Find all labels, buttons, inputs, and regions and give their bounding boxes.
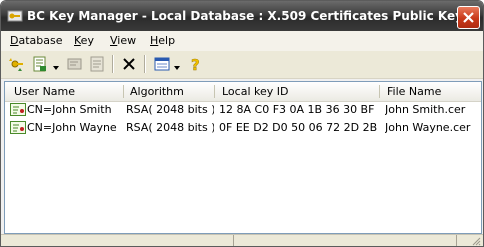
help-icon: ? bbox=[191, 56, 200, 72]
toolbar-separator bbox=[112, 55, 114, 73]
view-mode-button[interactable] bbox=[152, 54, 172, 74]
menu-database[interactable]: Database bbox=[10, 34, 63, 47]
delete-icon bbox=[123, 58, 135, 70]
table-row[interactable]: CN=John Wayne RSA( 2048 bits ) 0F EE D2 … bbox=[5, 120, 481, 136]
app-window: BC Key Manager - Local Database : X.509 … bbox=[0, 0, 484, 247]
close-button[interactable] bbox=[457, 6, 480, 29]
menu-label: atabase bbox=[18, 34, 63, 47]
chevron-down-icon bbox=[174, 66, 180, 70]
menu-label: ey bbox=[80, 34, 94, 47]
list-header: User Name Algorithm Local key ID File Na… bbox=[5, 82, 481, 102]
close-icon bbox=[463, 12, 474, 23]
title-bar[interactable]: BC Key Manager - Local Database : X.509 … bbox=[1, 1, 483, 31]
column-header-user-name[interactable]: User Name bbox=[14, 85, 75, 98]
status-pane-divider bbox=[456, 235, 457, 246]
app-key-icon bbox=[7, 8, 23, 24]
menu-help[interactable]: Help bbox=[150, 34, 175, 47]
file-name-cell: John Smith.cer bbox=[385, 103, 466, 116]
view-mode-icon bbox=[154, 57, 170, 71]
column-header-local-key-id[interactable]: Local key ID bbox=[222, 85, 288, 98]
import-button[interactable] bbox=[30, 54, 50, 74]
column-divider[interactable] bbox=[123, 85, 124, 98]
column-divider[interactable] bbox=[214, 85, 215, 98]
menu-label: elp bbox=[158, 34, 176, 47]
resize-grip-icon[interactable] bbox=[471, 236, 481, 246]
import-icon bbox=[33, 56, 46, 72]
menu-label: iew bbox=[117, 34, 137, 47]
status-bar bbox=[1, 234, 483, 246]
help-button[interactable]: ? bbox=[185, 54, 205, 74]
view-mode-dropdown-arrow[interactable] bbox=[174, 61, 181, 70]
certificate-icon bbox=[10, 103, 26, 116]
status-pane-divider bbox=[233, 235, 234, 246]
file-name-cell: John Wayne.cer bbox=[385, 121, 471, 134]
import-dropdown-arrow[interactable] bbox=[53, 61, 60, 70]
svg-text:?: ? bbox=[191, 56, 200, 72]
menu-view[interactable]: View bbox=[110, 34, 136, 47]
user-name-cell: CN=John Wayne bbox=[27, 121, 117, 134]
local-key-id-cell: 0F EE D2 D0 50 06 72 2D 2B ... bbox=[219, 121, 379, 134]
window-title: BC Key Manager - Local Database : X.509 … bbox=[27, 9, 471, 23]
properties-button[interactable] bbox=[87, 54, 107, 74]
certificate-icon bbox=[10, 121, 26, 134]
delete-button[interactable] bbox=[119, 54, 139, 74]
algorithm-cell: RSA( 2048 bits ) bbox=[126, 103, 214, 116]
column-header-file-name[interactable]: File Name bbox=[387, 85, 441, 98]
column-header-algorithm[interactable]: Algorithm bbox=[130, 85, 184, 98]
menu-accel: K bbox=[74, 34, 81, 47]
export-button[interactable] bbox=[65, 54, 85, 74]
menu-key[interactable]: Key bbox=[74, 34, 94, 47]
chevron-down-icon bbox=[53, 66, 59, 70]
column-divider[interactable] bbox=[379, 85, 380, 98]
key-wizard-icon bbox=[9, 58, 23, 71]
toolbar: ? bbox=[1, 51, 483, 79]
toolbar-separator bbox=[144, 55, 146, 73]
export-icon bbox=[67, 58, 82, 70]
table-row[interactable]: CN=John Smith RSA( 2048 bits ) 12 8A C0 … bbox=[5, 102, 481, 118]
menu-bar: Database Key View Help bbox=[1, 31, 483, 51]
user-name-cell: CN=John Smith bbox=[27, 103, 112, 116]
properties-icon bbox=[90, 56, 104, 72]
key-wizard-button[interactable] bbox=[6, 54, 26, 74]
key-list[interactable]: User Name Algorithm Local key ID File Na… bbox=[4, 81, 482, 234]
algorithm-cell: RSA( 2048 bits ) bbox=[126, 121, 214, 134]
local-key-id-cell: 12 8A C0 F3 0A 1B 36 30 BF ... bbox=[219, 103, 379, 116]
